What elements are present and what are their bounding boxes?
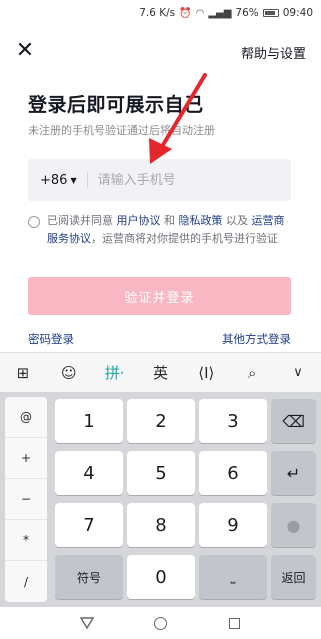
- key-1[interactable]: 1: [55, 399, 123, 443]
- battery-percent: 76%: [235, 7, 259, 19]
- microphone-icon[interactable]: ●: [271, 503, 316, 547]
- emoji-icon[interactable]: ☺: [53, 357, 85, 389]
- key-8[interactable]: 8: [127, 503, 195, 547]
- verify-login-button[interactable]: 验证并登录: [28, 277, 291, 315]
- status-bar: 7.6 K/s ⏰ ◠ ▂▄▆ 76% 09:40: [0, 0, 321, 26]
- close-icon[interactable]: ✕: [14, 40, 36, 62]
- english-mode[interactable]: 英: [144, 357, 176, 389]
- back-icon[interactable]: [77, 613, 97, 633]
- cursor-icon[interactable]: ⟨I⟩: [190, 357, 222, 389]
- agreement-row: 已阅读并同意 用户协议 和 隐私政策 以及 运营商服务协议，运营商将对你提供的手…: [28, 212, 293, 248]
- phone-input[interactable]: [97, 172, 268, 188]
- key-9[interactable]: 9: [199, 503, 267, 547]
- help-settings-link[interactable]: 帮助与设置: [241, 43, 306, 62]
- chevron-down-icon[interactable]: ∨: [282, 357, 314, 389]
- agreement-and-also: 以及: [222, 214, 252, 227]
- country-code-label: +86: [40, 172, 68, 188]
- system-nav-bar: [0, 607, 321, 639]
- enter-icon[interactable]: ↵: [271, 451, 316, 495]
- user-agreement-link[interactable]: 用户协议: [117, 214, 161, 227]
- key-minus[interactable]: −: [5, 479, 47, 520]
- caret-down-icon: ▼: [70, 175, 77, 185]
- recents-icon[interactable]: [224, 613, 244, 633]
- other-login-link[interactable]: 其他方式登录: [222, 331, 291, 347]
- pinyin-mode[interactable]: 拼·: [99, 357, 131, 389]
- key-slash[interactable]: /: [5, 561, 47, 602]
- search-icon[interactable]: ⌕: [236, 357, 268, 389]
- phone-field: +86 ▼: [28, 159, 291, 201]
- key-5[interactable]: 5: [127, 451, 195, 495]
- agreement-suffix: ，运营商将对你提供的手机号进行验证: [91, 232, 278, 245]
- key-0[interactable]: 0: [127, 555, 195, 599]
- symbol-column: @ + − * /: [5, 397, 47, 602]
- agreement-text: 已阅读并同意 用户协议 和 隐私政策 以及 运营商服务协议，运营商将对你提供的手…: [28, 212, 293, 248]
- grid-icon[interactable]: ⊞: [7, 357, 39, 389]
- clock: 09:40: [282, 7, 313, 19]
- page-subtitle: 未注册的手机号验证通过后将自动注册: [28, 124, 215, 137]
- key-asterisk[interactable]: *: [5, 520, 47, 561]
- agreement-checkbox[interactable]: [28, 216, 40, 228]
- key-3[interactable]: 3: [199, 399, 267, 443]
- field-divider: [86, 172, 88, 188]
- return-key[interactable]: 返回: [271, 555, 316, 599]
- battery-icon: [262, 9, 279, 17]
- privacy-policy-link[interactable]: 隐私政策: [179, 214, 223, 227]
- numeric-keyboard: @ + − * / 1 2 3 ⌫ 4 5 6 ↵ 7 8 9 ● 符号 0 ⎵…: [0, 392, 321, 607]
- page-title: 登录后即可展示自己: [28, 94, 204, 116]
- key-2[interactable]: 2: [127, 399, 195, 443]
- wifi-icon: ◠: [195, 7, 205, 19]
- backspace-icon[interactable]: ⌫: [271, 399, 316, 443]
- key-7[interactable]: 7: [55, 503, 123, 547]
- key-6[interactable]: 6: [199, 451, 267, 495]
- agreement-and: 和: [160, 214, 179, 227]
- key-at[interactable]: @: [5, 397, 47, 438]
- agreement-prefix: 已阅读并同意: [47, 214, 117, 227]
- alarm-icon: ⏰: [179, 7, 192, 19]
- key-4[interactable]: 4: [55, 451, 123, 495]
- home-icon[interactable]: [150, 613, 170, 633]
- space-key[interactable]: ⎵: [199, 555, 267, 599]
- country-code-selector[interactable]: +86 ▼: [28, 173, 77, 188]
- keyboard-toolbar: ⊞ ☺ 拼· 英 ⟨I⟩ ⌕ ∨: [0, 352, 321, 392]
- password-login-link[interactable]: 密码登录: [28, 331, 74, 347]
- symbols-key[interactable]: 符号: [55, 555, 123, 599]
- network-speed: 7.6 K/s: [139, 7, 176, 19]
- key-plus[interactable]: +: [5, 438, 47, 479]
- signal-icon: ▂▄▆: [208, 7, 232, 19]
